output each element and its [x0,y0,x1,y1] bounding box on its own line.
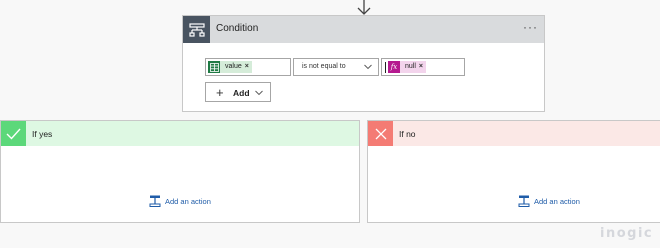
branch-no-title: If no [399,129,416,139]
text-cursor [385,62,386,73]
operator-value: is not equal to [302,63,346,70]
add-action-yes[interactable]: Add an action [149,195,211,207]
add-button-label: Add [233,88,250,98]
plus-icon: + [216,85,224,100]
condition-card[interactable]: Condition ··· value × is not equal to fx… [182,15,545,112]
add-action-no[interactable]: Add an action [518,195,580,207]
add-action-label: Add an action [534,196,580,206]
close-icon [368,121,393,146]
excel-icon [208,61,220,73]
add-button[interactable]: + Add [205,82,271,102]
remove-token-icon[interactable]: × [418,61,426,73]
condition-icon [183,16,210,43]
add-action-icon [149,195,161,207]
condition-header[interactable]: Condition ··· [183,16,544,43]
more-options-icon[interactable]: ··· [523,21,538,33]
remove-token-icon[interactable]: × [244,61,252,73]
chevron-down-icon [364,64,372,70]
add-action-label: Add an action [165,196,211,206]
null-token-label: null [400,61,419,73]
branch-if-no: If no Add an action [367,120,660,223]
branch-yes-title: If yes [32,129,53,139]
branch-if-yes: If yes Add an action [0,120,360,223]
check-icon [1,121,26,146]
value-token[interactable]: value × [208,61,252,73]
left-operand-field[interactable]: value × [205,58,291,76]
condition-title: Condition [216,23,259,34]
operator-select[interactable]: is not equal to [293,58,379,76]
add-action-icon [518,195,530,207]
inogic-logo: inogic [600,226,654,241]
expression-icon: fx [388,61,400,73]
right-operand-field[interactable]: fx null × [381,58,465,76]
chevron-down-icon [255,90,263,96]
flow-arrow-down-icon [357,0,371,15]
null-token[interactable]: fx null × [388,61,426,73]
value-token-label: value [220,61,245,73]
branch-yes-header[interactable]: If yes [1,121,359,146]
branch-no-header[interactable]: If no [368,121,660,146]
